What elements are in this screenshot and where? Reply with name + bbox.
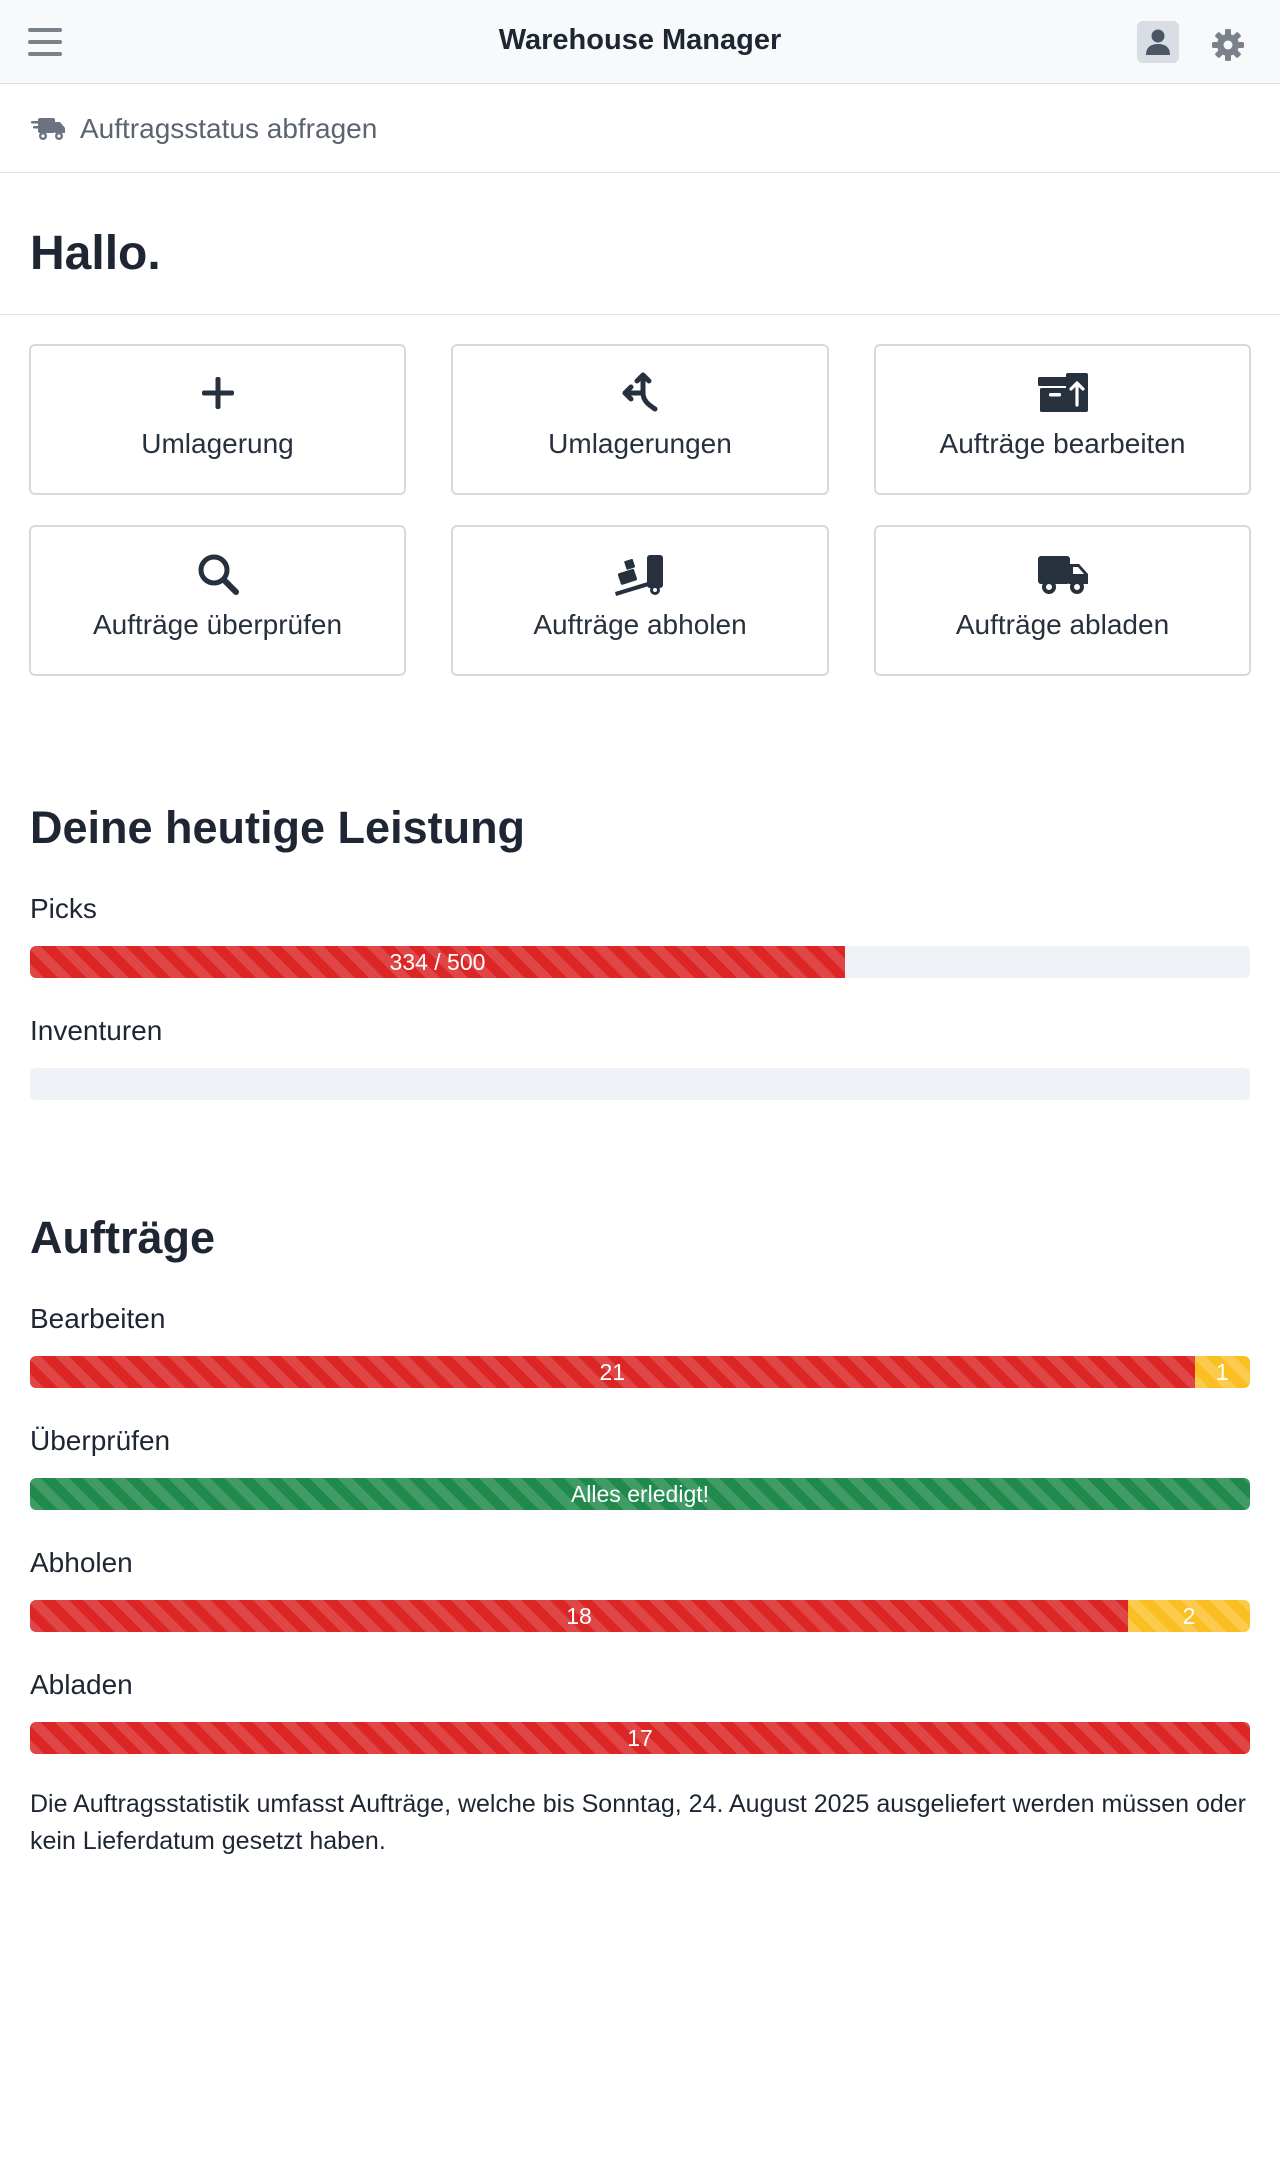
tile-auftraege-bearbeiten[interactable]: Aufträge bearbeiten: [874, 344, 1251, 495]
inventuren-label: Inventuren: [30, 1015, 163, 1046]
inventuren-progress-bar: [30, 1068, 1250, 1100]
boxes-arrow-up-icon: [1037, 373, 1088, 412]
tile-label: Aufträge überprüfen: [92, 609, 343, 640]
tile-label: Umlagerungen: [548, 428, 732, 459]
tile-label: Aufträge abladen: [955, 609, 1170, 640]
order-status-label: Auftragsstatus abfragen: [80, 112, 378, 144]
order-statistics-note: Die Auftragsstatistik umfasst Aufträge, …: [30, 1790, 1246, 1855]
orders-title: Aufträge: [30, 1212, 216, 1263]
abholen-pending-segment: 2: [1128, 1600, 1250, 1632]
user-icon: [1146, 29, 1170, 55]
picks-progress-bar: 334 / 500: [30, 946, 1250, 978]
tile-label: Aufträge bearbeiten: [939, 428, 1186, 459]
abladen-progress-bar: 17: [30, 1722, 1250, 1754]
tile-label: Aufträge abholen: [533, 609, 747, 640]
tile-label: Umlagerung: [141, 428, 294, 459]
app-title: Warehouse Manager: [498, 24, 782, 56]
tile-auftraege-ueberpruefen[interactable]: Aufträge überprüfen: [29, 525, 406, 676]
performance-title: Deine heutige Leistung: [30, 802, 526, 853]
abholen-progress-bar: 18 2: [30, 1600, 1250, 1632]
search-icon: [198, 554, 239, 595]
picks-progress-text: 334 / 500: [389, 948, 486, 975]
bearbeiten-progress-bar: 21 1: [30, 1356, 1250, 1388]
abholen-open-count: 18: [566, 1602, 592, 1629]
gear-icon: [1212, 29, 1244, 61]
bearbeiten-open-segment: 21: [30, 1356, 1195, 1388]
order-row-label: Abladen: [30, 1669, 133, 1700]
action-tiles: Umlagerung Umlagerungen Aufträge bearbei…: [29, 344, 1251, 676]
abholen-pending-count: 2: [1182, 1602, 1196, 1629]
order-row-label: Überprüfen: [30, 1425, 171, 1456]
settings-button[interactable]: [1211, 28, 1245, 62]
greeting: Hallo.: [30, 227, 161, 280]
ueberpruefen-progress-bar: Alles erledigt!: [30, 1478, 1250, 1510]
ueberpruefen-done-text: Alles erledigt!: [570, 1480, 710, 1507]
greeting-section: Hallo.: [0, 174, 1280, 315]
abladen-open-count: 17: [627, 1724, 653, 1751]
ueberpruefen-done-segment: Alles erledigt!: [30, 1478, 1250, 1510]
order-row-label: Bearbeiten: [30, 1303, 166, 1334]
user-button[interactable]: [1137, 21, 1179, 63]
tile-umlagerung[interactable]: Umlagerung: [29, 344, 406, 495]
truck-icon: [1037, 556, 1088, 594]
picks-progress-fill: 334 / 500: [30, 946, 845, 978]
tile-auftraege-abholen[interactable]: Aufträge abholen: [451, 525, 829, 676]
truck-fast-icon: [31, 117, 65, 140]
top-bar: Warehouse Manager: [0, 0, 1280, 84]
split-arrows-icon: [622, 372, 658, 412]
plus-icon: [201, 377, 234, 409]
tile-auftraege-abladen[interactable]: Aufträge abladen: [874, 525, 1251, 676]
abladen-open-segment: 17: [30, 1722, 1250, 1754]
order-row-label: Abholen: [30, 1547, 133, 1578]
picks-label: Picks: [30, 893, 97, 924]
tile-umlagerungen[interactable]: Umlagerungen: [451, 344, 829, 495]
bearbeiten-pending-segment: 1: [1194, 1356, 1250, 1388]
abholen-open-segment: 18: [30, 1600, 1128, 1632]
bearbeiten-pending-count: 1: [1215, 1358, 1229, 1385]
bearbeiten-open-count: 21: [599, 1358, 626, 1385]
dolly-icon: [615, 555, 663, 596]
order-status-link[interactable]: Auftragsstatus abfragen: [0, 85, 1280, 173]
